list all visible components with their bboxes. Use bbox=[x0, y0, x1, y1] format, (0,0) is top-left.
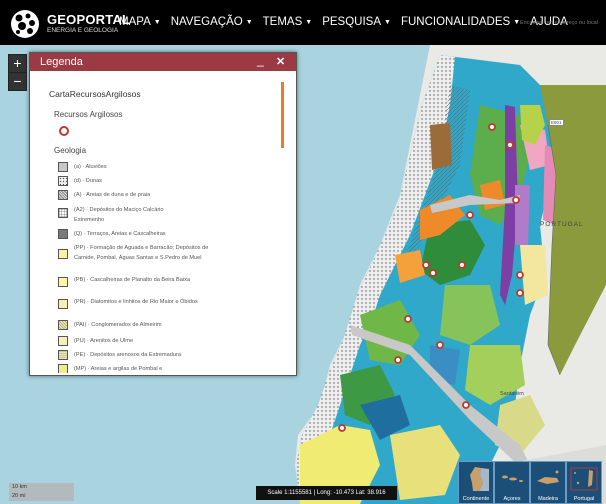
brand-title: GEOPORTAL bbox=[47, 12, 131, 27]
legend-swatch bbox=[58, 229, 68, 239]
region-label: Madeira bbox=[538, 496, 558, 502]
caret-down-icon: ▼ bbox=[305, 19, 313, 26]
minimize-icon[interactable]: _ bbox=[257, 53, 264, 67]
legend-item: (a) · Aluviões bbox=[58, 162, 224, 172]
menu-temas[interactable]: TEMAS ▼ bbox=[263, 16, 313, 28]
brand-subtitle: ENERGIA E GEOLOGIA bbox=[47, 27, 119, 34]
legend-item-label: (PB) · Cascalheiras de Planalto da Beira… bbox=[74, 277, 190, 283]
legend-item-label: (PP) · Formação de Aguada e Barracão; De… bbox=[74, 245, 209, 261]
legend-item: (PR) · Diatomitos e linhitos de Rio Maio… bbox=[58, 297, 204, 309]
menu-navegacao[interactable]: NAVEGAÇÃO ▼ bbox=[171, 16, 253, 28]
legend-item: (d) · Dunas bbox=[58, 176, 224, 186]
menu-label: PESQUISA bbox=[322, 16, 381, 28]
scale-mi: 20 mi bbox=[12, 493, 26, 499]
legend-swatch bbox=[58, 350, 68, 360]
geoportal-logo-icon[interactable] bbox=[10, 9, 40, 39]
legend-swatch bbox=[58, 320, 68, 330]
menu-label: MAPA bbox=[119, 16, 151, 28]
legend-item: (PE) · Depósitos arenosos da Estremadura bbox=[58, 350, 224, 360]
legend-swatch bbox=[58, 336, 68, 346]
legend-swatch bbox=[58, 249, 68, 259]
map-label-santarem: Santarém bbox=[500, 391, 524, 397]
zoom-out-button[interactable]: − bbox=[8, 72, 27, 91]
menu-label: NAVEGAÇÃO bbox=[170, 16, 243, 28]
search-input[interactable]: Encontrar um endereço ou local bbox=[520, 20, 598, 26]
legend-swatch bbox=[58, 162, 68, 172]
caret-down-icon: ▼ bbox=[384, 19, 391, 26]
legend-item-label: (d) · Dunas bbox=[74, 178, 102, 184]
region-portugal-button[interactable]: Portugal bbox=[566, 461, 602, 504]
menu-mapa[interactable]: MAPA ▼ bbox=[119, 16, 161, 28]
legend-swatch bbox=[58, 364, 68, 373]
azores-map-icon bbox=[502, 475, 523, 482]
legend-item: (Q) · Terraços, Areias e Cascalheiras bbox=[58, 229, 224, 239]
legend-item-label: (A) · Areias de duna e de praia bbox=[74, 192, 151, 198]
legend-item: (PAI) · Conglomerados de Almeirim bbox=[58, 320, 224, 330]
portugal-mainland-map-icon bbox=[470, 467, 489, 491]
recursos-marker-icon bbox=[59, 126, 69, 136]
legend-item: (A2) · Depósitos do Maciço Calcário Estr… bbox=[58, 205, 194, 225]
legend-item-label: (Q) · Terraços, Areias e Cascalheiras bbox=[74, 231, 166, 237]
map-label-road: E801 bbox=[549, 119, 564, 126]
region-madeira-button[interactable]: Madeira bbox=[530, 461, 566, 504]
legend-swatch bbox=[58, 190, 68, 200]
legend-item-label: (MP) · Areias e argilas de Pombal e bbox=[74, 366, 163, 372]
legend-swatch bbox=[58, 299, 68, 309]
region-label: Açores bbox=[503, 496, 521, 502]
legend-scrollbar[interactable] bbox=[281, 82, 284, 148]
legend-layer-name: CartaRecursosArgilosos bbox=[49, 89, 141, 99]
main-menu: MAPA ▼ NAVEGAÇÃO ▼ TEMAS ▼ PESQUISA ▼ FUNCIO… bbox=[119, 16, 578, 28]
menu-pesquisa[interactable]: PESQUISA ▼ bbox=[322, 16, 391, 28]
close-icon[interactable]: ✕ bbox=[276, 55, 285, 68]
menu-label: TEMAS bbox=[262, 16, 303, 28]
legend-body[interactable]: CartaRecursosArgilosos Recursos Argiloso… bbox=[34, 75, 284, 373]
menu-funcionalidades[interactable]: FUNCIONALIDADES ▼ bbox=[401, 16, 520, 28]
legend-item-label: (PR) · Diatomitos e linhitos de Rio Maio… bbox=[74, 299, 198, 305]
legend-item: (PU) · Arenitos de Ulme bbox=[58, 336, 224, 346]
portugal-overview-map-icon bbox=[570, 467, 598, 491]
legend-panel: Legenda _ ✕ CartaRecursosArgilosos Recur… bbox=[29, 52, 297, 376]
map-label-portugal: PORTUGAL bbox=[540, 221, 584, 228]
menu-label: FUNCIONALIDADES bbox=[400, 16, 511, 28]
legend-item-label: (A2) · Depósitos do Maciço Calcário Estr… bbox=[74, 207, 164, 223]
top-navigation-bar: GEOPORTAL ENERGIA E GEOLOGIA MAPA ▼ NAVEG… bbox=[0, 0, 606, 45]
region-continente-button[interactable]: Continente bbox=[458, 461, 494, 504]
legend-header[interactable]: Legenda _ ✕ bbox=[30, 53, 296, 71]
legend-swatch bbox=[58, 176, 68, 186]
caret-down-icon: ▼ bbox=[153, 19, 161, 26]
legend-geologia-title: Geologia bbox=[54, 146, 87, 155]
legend-item-label: (PU) · Arenitos de Ulme bbox=[74, 338, 134, 344]
coordinate-status: Scale 1:1155581 | Long: -10.473 Lat: 38.… bbox=[256, 486, 397, 500]
legend-swatch bbox=[58, 208, 68, 218]
legend-item-label: (a) · Aluviões bbox=[74, 164, 107, 170]
region-label: Continente bbox=[462, 496, 490, 502]
legend-recursos-title: Recursos Argilosos bbox=[54, 110, 123, 119]
legend-item-label: (PE) · Depósitos arenosos da Estremadura bbox=[74, 352, 181, 358]
caret-down-icon: ▼ bbox=[245, 19, 253, 26]
legend-title: Legenda bbox=[40, 56, 83, 68]
legend-swatch bbox=[58, 277, 68, 287]
scale-km: 10 km bbox=[12, 484, 27, 490]
region-acores-button[interactable]: Açores bbox=[494, 461, 530, 504]
legend-item: (MP) · Areias e argilas de Pombal e bbox=[58, 364, 224, 373]
madeira-map-icon bbox=[537, 470, 559, 484]
legend-item-label: (PAI) · Conglomerados de Almeirim bbox=[74, 322, 162, 328]
region-label: Portugal bbox=[573, 496, 595, 502]
legend-item: (PB) · Cascalheiras de Planalto da Beira… bbox=[58, 275, 204, 287]
legend-item: (PP) · Formação de Aguada e Barracão; De… bbox=[58, 243, 214, 263]
region-switcher: Continente Açores Madeira Portugal bbox=[458, 461, 604, 504]
scale-bar: 10 km 20 mi bbox=[9, 483, 74, 501]
zoom-in-button[interactable]: + bbox=[8, 54, 27, 73]
legend-item: (A) · Areias de duna e de praia bbox=[58, 190, 224, 200]
